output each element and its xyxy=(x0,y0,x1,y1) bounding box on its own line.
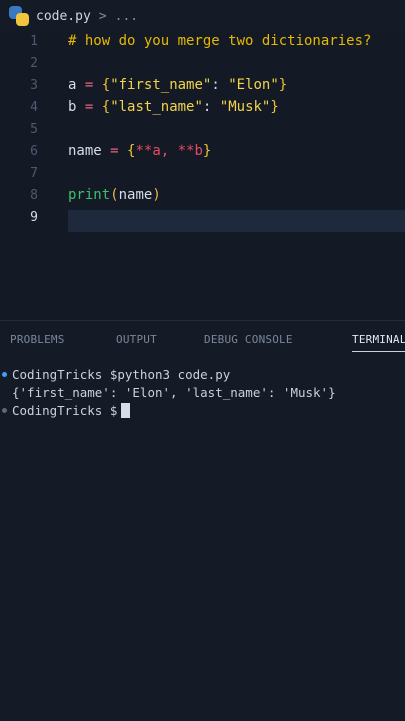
bottom-panel: PROBLEMS OUTPUT DEBUG CONSOLE TERMINAL C… xyxy=(0,320,405,721)
code-brace: { xyxy=(101,99,111,115)
tab-output[interactable]: OUTPUT xyxy=(116,333,157,346)
code-function: print xyxy=(68,187,111,203)
tab-debug-console[interactable]: DEBUG CONSOLE xyxy=(204,333,293,346)
python-file-icon xyxy=(8,5,30,27)
code-operator: = xyxy=(84,77,94,93)
line-number: 4 xyxy=(30,99,38,115)
code-operator: = xyxy=(110,143,119,159)
terminal-output: {'first_name': 'Elon', 'last_name': 'Mus… xyxy=(12,384,336,400)
terminal-line: {'first_name': 'Elon', 'last_name': 'Mus… xyxy=(0,383,336,401)
terminal-cursor xyxy=(121,402,131,418)
code-editor[interactable]: 1 # how do you merge two dictionaries? 2… xyxy=(0,30,405,320)
breadcrumb-more[interactable]: ... xyxy=(115,9,138,24)
command-status-dot-icon xyxy=(0,365,8,383)
line-number: 3 xyxy=(30,77,38,93)
code-line-5[interactable]: 5 xyxy=(0,118,405,140)
code-paren: ) xyxy=(152,187,161,203)
line-number: 5 xyxy=(30,121,38,137)
code-line-1[interactable]: 1 # how do you merge two dictionaries? xyxy=(0,30,405,52)
code-comment: # how do you merge two dictionaries? xyxy=(68,33,372,49)
code-brace: } xyxy=(202,143,212,159)
terminal-line: CodingTricks $python3 code.py xyxy=(0,365,230,383)
code-variable: b xyxy=(68,99,77,115)
code-variable: a xyxy=(68,77,77,93)
code-line-4[interactable]: 4 b = {"last_name": "Musk"} xyxy=(0,96,405,118)
code-brace: } xyxy=(278,77,288,93)
code-variable: name xyxy=(68,143,102,159)
terminal-command: CodingTricks $python3 code.py xyxy=(12,366,231,382)
code-brace: } xyxy=(270,99,279,115)
line-number: 6 xyxy=(30,143,38,159)
terminal-line: CodingTricks $ xyxy=(0,401,131,419)
code-string: "Elon" xyxy=(228,77,279,93)
panel-tabs: PROBLEMS OUTPUT DEBUG CONSOLE TERMINAL xyxy=(0,327,405,353)
code-unpack: **a, **b xyxy=(135,143,203,159)
code-line-6[interactable]: 6 name = {**a, **b} xyxy=(0,140,405,162)
line-number: 2 xyxy=(30,55,38,71)
code-string: "Musk" xyxy=(219,99,271,115)
code-string: "first_name" xyxy=(110,77,212,93)
code-operator: = xyxy=(84,99,94,115)
code-line-3[interactable]: 3 a = {"first_name": "Elon"} xyxy=(0,74,405,96)
breadcrumb: code.py > ... xyxy=(0,0,405,32)
code-variable: name xyxy=(118,187,153,203)
breadcrumb-file[interactable]: code.py xyxy=(36,9,91,24)
code-punct: : xyxy=(202,99,212,115)
prompt-dot-icon xyxy=(0,401,8,419)
code-string: "last_name" xyxy=(110,99,203,115)
code-line-7[interactable]: 7 xyxy=(0,162,405,184)
chevron-right-icon: > xyxy=(98,8,107,24)
code-line-8[interactable]: 8 print(name) xyxy=(0,184,405,206)
tab-terminal[interactable]: TERMINAL xyxy=(352,333,405,352)
line-number-active: 9 xyxy=(30,209,38,225)
code-paren: ( xyxy=(110,187,119,203)
line-number: 1 xyxy=(30,33,38,49)
terminal-prompt: CodingTricks $ xyxy=(12,402,118,418)
code-line-9[interactable]: 9 xyxy=(0,206,405,228)
code-brace: { xyxy=(101,77,111,93)
tab-problems[interactable]: PROBLEMS xyxy=(10,333,65,346)
code-line-2[interactable]: 2 xyxy=(0,52,405,74)
code-punct: : xyxy=(211,77,220,93)
line-number: 8 xyxy=(30,187,38,203)
line-number: 7 xyxy=(30,165,38,181)
